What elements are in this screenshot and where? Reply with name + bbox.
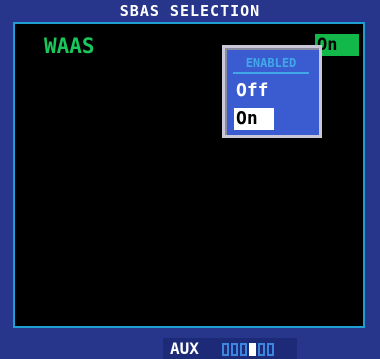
page-indicator-box-active <box>249 343 256 356</box>
option-on[interactable]: On <box>234 108 274 130</box>
page-indicator-box <box>267 343 274 356</box>
sbas-selection-screen: SBAS SELECTION WAAS On ENABLED Off On AU… <box>0 0 380 359</box>
page-indicator-box <box>222 343 229 356</box>
enabled-popup-menu: ENABLED Off On <box>222 45 322 138</box>
page-indicator <box>222 343 274 356</box>
page-indicator-box <box>240 343 247 356</box>
page-indicator-box <box>231 343 238 356</box>
waas-label: WAAS <box>44 34 95 58</box>
page-title: SBAS SELECTION <box>119 2 261 20</box>
page-indicator-box <box>258 343 265 356</box>
popup-header: ENABLED <box>233 54 309 74</box>
page-group-label: AUX <box>170 339 199 358</box>
option-off[interactable]: Off <box>234 80 274 102</box>
